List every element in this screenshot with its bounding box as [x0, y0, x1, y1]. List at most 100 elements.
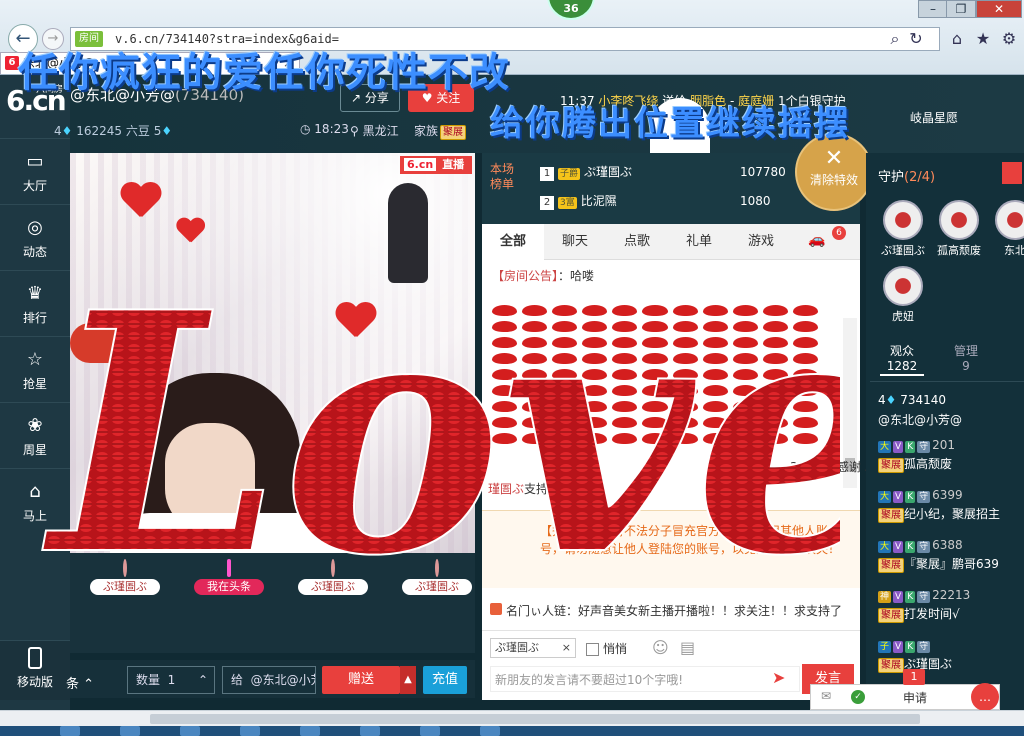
chevron-up-icon: ⌃: [197, 673, 208, 687]
close-icon: ✕: [824, 146, 844, 171]
tab-chat-1[interactable]: 聊天: [544, 224, 606, 260]
thank-tail: 支持!: [524, 482, 553, 496]
refresh-icon[interactable]: ↻: [905, 28, 927, 50]
sidebar-item-5[interactable]: ⌂ 马上: [0, 468, 70, 534]
car-icon[interactable]: 🚗 6: [808, 226, 846, 252]
guard-member[interactable]: 孤高颓废: [934, 200, 984, 258]
favorites-star-icon[interactable]: ★: [972, 28, 994, 50]
audience-number: 201: [932, 438, 956, 452]
lips-emoji: [522, 401, 548, 412]
private-chat-bar[interactable]: ✉ ✓ 1 申请…: [810, 669, 1000, 711]
guard-member[interactable]: 虎妞: [878, 266, 928, 324]
taskbar-app-icon[interactable]: [180, 726, 200, 736]
gift-item[interactable]: ぷ瑾圄ぶ: [80, 559, 170, 651]
chat-bubble-icon[interactable]: …: [971, 683, 999, 711]
live-video[interactable]: [70, 153, 475, 553]
taskbar-app-icon[interactable]: [60, 726, 80, 736]
lips-emoji: [702, 321, 728, 332]
lips-emoji: [702, 417, 728, 428]
lips-emoji: [672, 305, 698, 316]
rank-title[interactable]: 本场榜单: [490, 162, 520, 192]
lips-emoji: [582, 417, 608, 428]
restore-button[interactable]: ❐: [946, 0, 976, 18]
recipient-field[interactable]: 给 @东北@小芳: [222, 666, 316, 694]
tab-audience[interactable]: 观众 1282: [880, 344, 924, 376]
taskbar-app-icon[interactable]: [300, 726, 320, 736]
thank-message-cont: 瑾圄ぶ支持!: [488, 480, 553, 497]
gift-item[interactable]: ぷ瑾圄ぶ: [288, 559, 378, 651]
lips-emoji: [642, 417, 668, 428]
taskbar-app-icon[interactable]: [240, 726, 260, 736]
guard-member[interactable]: 东北: [990, 200, 1024, 258]
taskbar-app-icon[interactable]: [480, 726, 500, 736]
audience-row[interactable]: 大 V K 守 6388 聚展 『聚展』鹏哥639: [878, 536, 1024, 574]
whisper-checkbox[interactable]: 悄悄: [586, 640, 627, 657]
mail-icon[interactable]: ✉: [821, 689, 831, 703]
rank-row[interactable]: 1 子爵 ぷ瑾圄ぶ 107780: [540, 162, 800, 182]
sidebar-item-3[interactable]: ☆ 抢星: [0, 336, 70, 402]
phone-icon: [28, 647, 42, 669]
taskbar-app-icon[interactable]: [360, 726, 380, 736]
family-tag: 聚展: [878, 658, 904, 673]
whisper-label: 悄悄: [603, 642, 628, 656]
settings-gear-icon[interactable]: ⚙: [998, 28, 1020, 50]
gift-item[interactable]: 我在头条: [184, 559, 274, 651]
lips-emoji: [702, 305, 728, 316]
mention-chip[interactable]: ぷ瑾圄ぶ ×: [490, 638, 576, 658]
send-arrow-icon[interactable]: ➤: [772, 668, 785, 687]
search-icon[interactable]: ⌕: [884, 28, 906, 50]
checkbox-box[interactable]: [586, 643, 599, 656]
remove-mention-icon[interactable]: ×: [562, 639, 571, 657]
lips-emoji: [792, 385, 818, 396]
tab-chat-0[interactable]: 全部: [482, 224, 544, 260]
sidebar-item-2[interactable]: ♛ 排行: [0, 270, 70, 336]
lips-emoji: [732, 321, 758, 332]
quantity-select[interactable]: 数量 1 ⌃: [127, 666, 215, 694]
rank-value: 107780: [740, 165, 786, 179]
minimize-button[interactable]: –: [918, 0, 948, 18]
horizontal-scrollbar[interactable]: [0, 710, 1024, 726]
give-options-arrow[interactable]: ▲: [400, 666, 416, 694]
tab-chat-3[interactable]: 礼单: [668, 224, 730, 260]
lips-emoji: [612, 305, 638, 316]
lips-emoji: [672, 417, 698, 428]
sidebar-item-1[interactable]: ◎ 动态: [0, 204, 70, 270]
tab-chat-2[interactable]: 点歌: [606, 224, 668, 260]
heart-decoration: [176, 218, 204, 243]
microphone: [70, 323, 130, 363]
dragon-badge-icon: [331, 559, 335, 577]
give-gift-button[interactable]: 赠送: [322, 666, 400, 694]
image-icon[interactable]: ▤: [680, 638, 695, 657]
sidebar-item-4[interactable]: ❀ 周星: [0, 402, 70, 468]
recharge-button[interactable]: 充值: [423, 666, 467, 694]
sidebar-item-0[interactable]: ▭ 大厅: [0, 138, 70, 204]
tab-admin[interactable]: 管理 9: [944, 344, 988, 374]
gift-category-toggle[interactable]: 条 ⌃: [66, 673, 94, 692]
lips-emoji: [642, 433, 668, 444]
taskbar-app-icon[interactable]: [120, 726, 140, 736]
rank-badge: 大: [878, 441, 892, 453]
message-input[interactable]: 新朋友的发言请不要超过10个字哦!: [490, 666, 800, 692]
lips-emoji: [672, 353, 698, 364]
taskbar-app-icon[interactable]: [420, 726, 440, 736]
gift-item[interactable]: ぷ瑾圄ぶ: [392, 559, 482, 651]
close-window-button[interactable]: ✕: [976, 0, 1022, 18]
tab-chat-4[interactable]: 游戏: [730, 224, 792, 260]
emoji-icon[interactable]: ☺: [652, 638, 669, 657]
home-icon[interactable]: ⌂: [946, 28, 968, 50]
sidebar-item-label: 抢星: [22, 377, 47, 391]
guard-button[interactable]: [1002, 162, 1022, 184]
anchor-entry[interactable]: 4♦ 734140 @东北@小芳@: [878, 390, 962, 430]
rank-row[interactable]: 2 3富 比泥隰 1080: [540, 191, 800, 211]
mobile-version-button[interactable]: 移动版: [0, 640, 70, 700]
family-info[interactable]: 家族 聚展: [414, 122, 467, 140]
family-tag: 聚展: [878, 458, 904, 473]
lips-emoji: [582, 353, 608, 364]
audience-row[interactable]: 大 V K 守 6399 聚展 纪小纪，聚展招主: [878, 486, 1024, 524]
diamond-icon: ♦: [61, 124, 73, 138]
audience-row[interactable]: 神 V K 守 22213 聚展 打发时间√: [878, 586, 1024, 624]
audience-row[interactable]: 子 V K 守聚展 ぷ瑾圄ぶ: [878, 636, 1024, 674]
scroll-thumb[interactable]: [150, 714, 920, 724]
guard-member[interactable]: ぷ瑾圄ぶ: [878, 200, 928, 258]
audience-row[interactable]: 大 V K 守 201 聚展 孤高颓废: [878, 436, 1024, 474]
